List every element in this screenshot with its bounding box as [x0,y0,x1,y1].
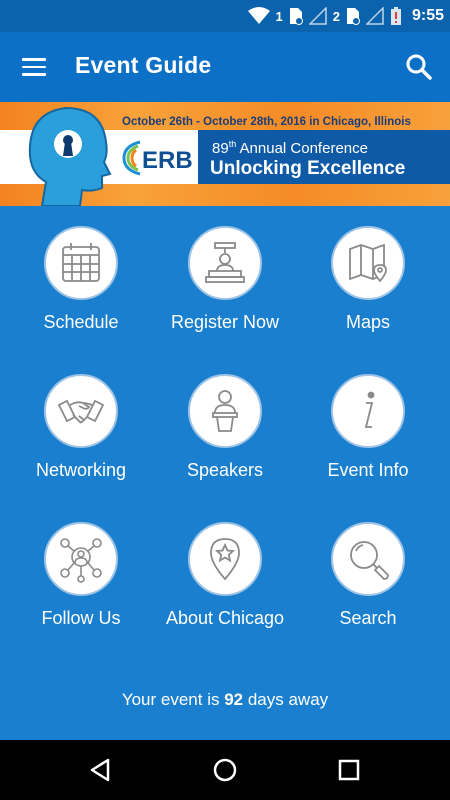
sim2-label: 2 [332,8,340,24]
tile-label: Search [339,608,397,628]
sim-card-icon [346,8,360,25]
tile-label: About Chicago [165,608,285,628]
sim-card-icon [289,8,303,25]
calendar-icon [44,226,118,300]
tile-label: Networking [35,460,127,480]
search-icon[interactable] [402,50,436,84]
registration-desk-icon [188,226,262,300]
map-icon [331,226,405,300]
home-icon[interactable] [207,752,243,788]
tile-schedule[interactable]: Schedule [6,226,156,333]
hamburger-menu-icon[interactable] [14,49,54,85]
tile-label: Follow Us [41,608,121,628]
handshake-icon [44,374,118,448]
erb-logo: ERB [122,140,193,176]
banner-dates: October 26th - October 28th, 2016 in Chi… [122,116,411,128]
tile-speakers[interactable]: Speakers [150,374,300,481]
tile-label: Speakers [186,460,264,480]
tile-label: Event Info [327,460,409,480]
tile-label: Maps [345,312,390,332]
countdown-prefix: Your event is [121,690,225,709]
social-network-icon [44,522,118,596]
erb-logo-text: ERB [142,147,193,174]
tile-event-info[interactable]: Event Info [293,374,443,481]
tile-about-chicago[interactable]: About Chicago [150,522,300,629]
tile-label: Schedule [43,312,119,332]
conference-number: 89 [212,140,229,157]
app-bar: Event Guide [0,32,450,102]
signal-empty-icon [365,7,384,25]
wifi-icon [247,7,270,24]
banner-conference-line: 89th Annual Conference [212,139,368,157]
banner-tagline: Unlocking Excellence [210,158,406,179]
recents-icon[interactable] [331,752,367,788]
event-countdown: Your event is 92 days away [0,690,450,710]
countdown-days: 92 [224,690,244,709]
conference-banner[interactable]: October 26th - October 28th, 2016 in Chi… [0,102,450,206]
tile-maps[interactable]: Maps [293,226,443,333]
sim1-label: 1 [275,8,283,24]
signal-empty-icon [308,7,327,25]
conference-title: Annual Conference [236,140,368,157]
tile-follow-us[interactable]: Follow Us [6,522,156,629]
tile-networking[interactable]: Networking [6,374,156,481]
info-icon [331,374,405,448]
magnifier-icon [331,522,405,596]
tile-search[interactable]: Search [293,522,443,629]
tile-label: Register Now [170,312,280,332]
page-title: Event Guide [75,52,212,78]
system-nav-bar [0,740,450,800]
back-icon[interactable] [82,752,118,788]
head-keyhole-icon [28,106,112,206]
countdown-suffix: days away [243,690,329,709]
status-bar: 1 2 9:55 [0,0,450,32]
tile-register-now[interactable]: Register Now [150,226,300,333]
battery-alert-icon [390,7,401,25]
location-star-icon [188,522,262,596]
podium-speaker-icon [188,374,262,448]
clock: 9:55 [411,7,444,24]
